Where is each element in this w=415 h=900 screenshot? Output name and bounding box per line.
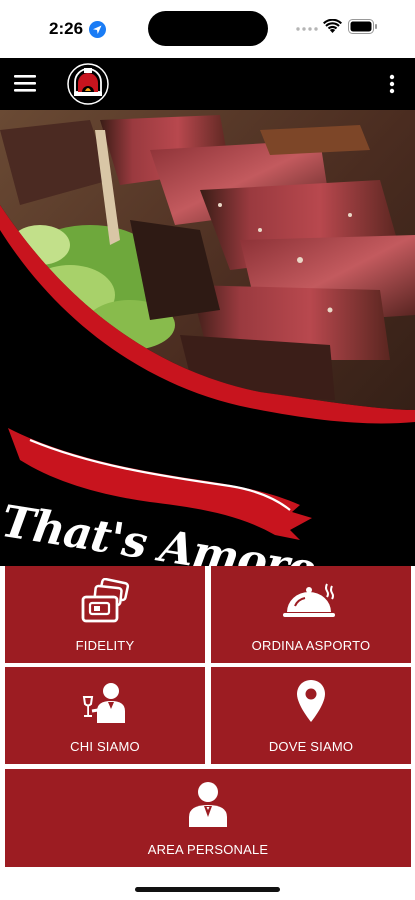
where-we-are-tile[interactable]: DOVE SIAMO: [211, 667, 411, 764]
map-pin-icon: [297, 680, 325, 722]
fidelity-tile[interactable]: FIDELITY: [5, 566, 205, 663]
order-takeaway-label: ORDINA ASPORTO: [251, 638, 371, 653]
about-us-tile[interactable]: CHI SIAMO: [5, 667, 205, 764]
loyalty-cards-icon: [81, 578, 130, 623]
wifi-icon: [323, 19, 342, 33]
personal-area-tile[interactable]: AREA PERSONALE: [5, 769, 411, 867]
app-bar: [0, 58, 415, 110]
cloche-icon: [283, 583, 335, 617]
hero-banner: That's Amore: [0, 110, 415, 566]
personal-area-label: AREA PERSONALE: [147, 842, 269, 857]
hamburger-menu-icon[interactable]: [14, 73, 36, 93]
menu-grid: FIDELITY ORDINA ASPORTO CHI SIAMO DOVE S…: [5, 566, 411, 867]
location-arrow-icon: [89, 21, 106, 38]
home-indicator[interactable]: [135, 887, 280, 892]
waiter-icon: [82, 683, 125, 723]
dynamic-island: [148, 11, 268, 46]
bottom-area: [0, 867, 415, 900]
about-us-label: CHI SIAMO: [70, 739, 140, 754]
order-takeaway-tile[interactable]: ORDINA ASPORTO: [211, 566, 411, 663]
status-time: 2:26: [49, 19, 84, 38]
grilled-steak-photo: [0, 110, 415, 540]
vertical-dots-icon[interactable]: [385, 73, 399, 95]
where-we-are-label: DOVE SIAMO: [268, 739, 354, 754]
signal-dots-icon: [296, 27, 318, 31]
pizza-oven-logo-icon[interactable]: [66, 62, 110, 106]
fidelity-label: FIDELITY: [75, 638, 135, 653]
battery-icon: [348, 19, 377, 34]
status-bar: 2:26: [0, 0, 415, 58]
person-icon: [189, 782, 227, 827]
